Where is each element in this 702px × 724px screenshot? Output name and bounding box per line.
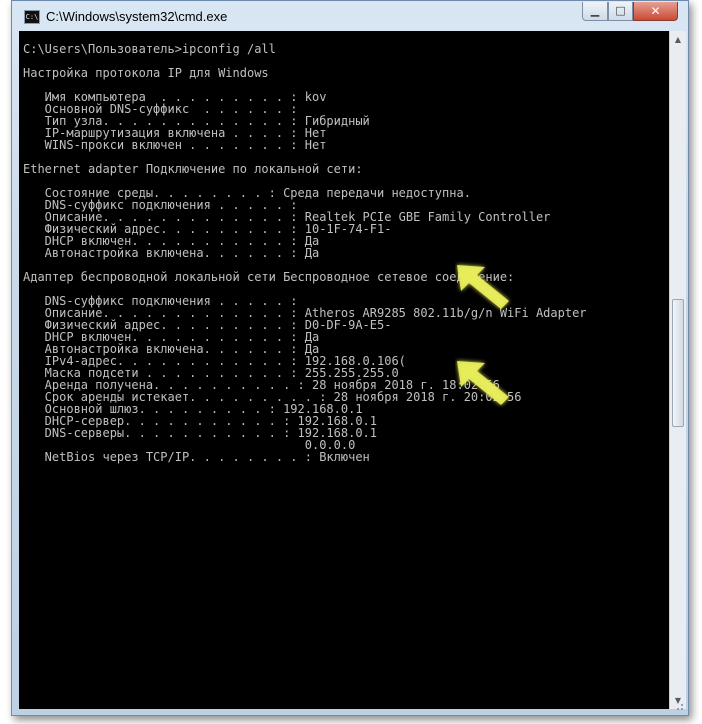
cmd-window: C:\ C:\Windows\system32\cmd.exe ▁ □ ✕ C:…	[11, 0, 689, 716]
console-line: Автонастройка включена. . . . . . : Да	[23, 246, 320, 260]
pointer-arrow-icon	[457, 361, 509, 405]
maximize-icon: □	[615, 4, 626, 17]
minimize-icon: ▁	[590, 4, 600, 17]
close-icon: ✕	[650, 4, 661, 18]
vertical-scrollbar[interactable]: ▲ ▼	[669, 31, 686, 709]
console-line: Настройка протокола IP для Windows	[23, 66, 269, 80]
maximize-button[interactable]: □	[608, 2, 633, 21]
console-line: Ethernet adapter Подключение по локально…	[23, 162, 363, 176]
console-line: NetBios через TCP/IP. . . . . . . . : Вк…	[23, 450, 370, 464]
scroll-up-icon[interactable]: ▲	[670, 31, 686, 48]
console-line: C:\Users\Пользователь>ipconfig /all	[23, 42, 276, 56]
title-bar[interactable]: C:\ C:\Windows\system32\cmd.exe ▁ □ ✕	[12, 1, 688, 33]
resize-grip-icon[interactable]	[674, 701, 684, 711]
window-title: C:\Windows\system32\cmd.exe	[46, 9, 228, 24]
minimize-button[interactable]: ▁	[582, 2, 608, 21]
scrollbar-thumb[interactable]	[672, 299, 684, 427]
close-button[interactable]: ✕	[633, 2, 678, 21]
console-line: WINS-прокси включен . . . . . . . : Нет	[23, 138, 327, 152]
console-output[interactable]: C:\Users\Пользователь>ipconfig /all Настр…	[19, 31, 669, 709]
pointer-arrow-icon	[457, 265, 509, 309]
cmd-icon[interactable]: C:\	[24, 10, 40, 24]
